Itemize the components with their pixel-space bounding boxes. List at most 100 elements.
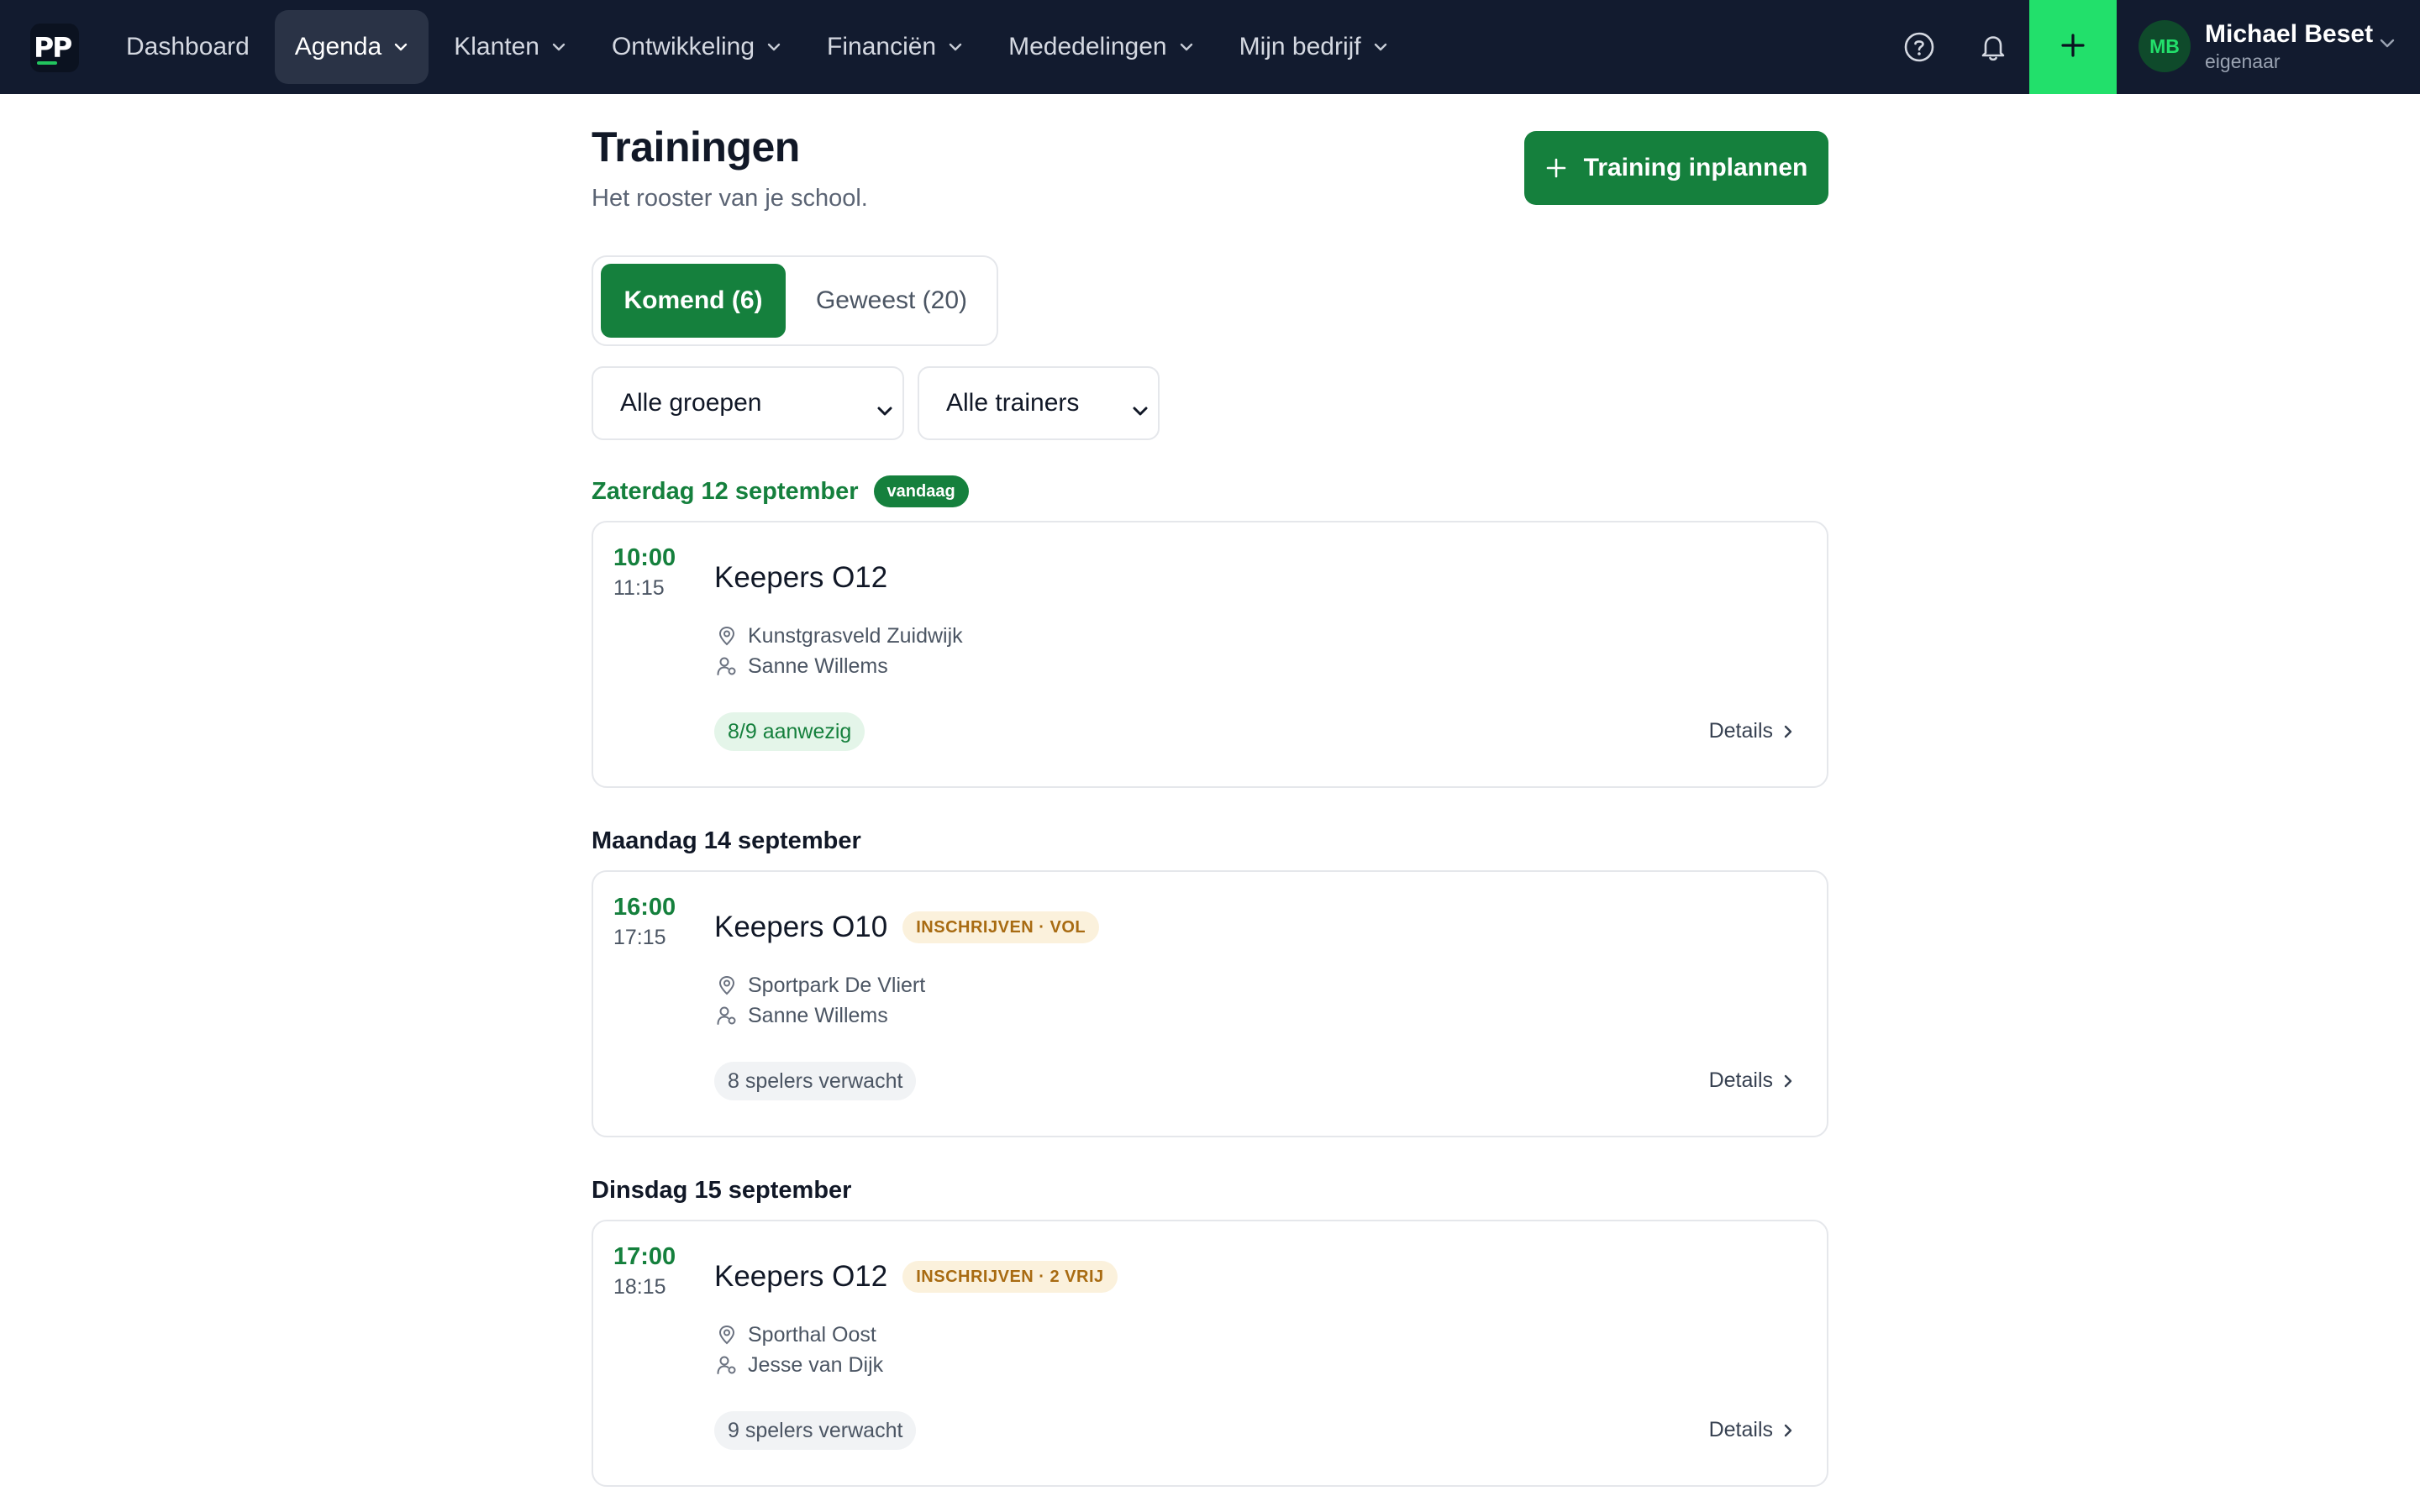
tab-past[interactable]: Geweest (20) <box>795 264 988 338</box>
trainer-icon <box>714 1003 739 1028</box>
location-text: Sportpark De Vliert <box>748 973 926 997</box>
page-subtitle: Het rooster van je school. <box>592 185 868 212</box>
group-filter-select[interactable]: Alle groepen <box>592 366 904 440</box>
chevron-down-icon <box>551 42 566 52</box>
logo-underline <box>37 61 57 65</box>
enrollment-status-badge: INSCHRIJVEN · VOL <box>902 911 1100 943</box>
trainer-filter-value: Alle trainers <box>946 389 1080 417</box>
start-time: 16:00 <box>613 894 676 921</box>
day-header: Zaterdag 12 september vandaag <box>592 474 969 509</box>
nav-item-mijn-bedrijf[interactable]: Mijn bedrijf <box>1219 10 1408 84</box>
nav-item-label: Klanten <box>454 33 539 60</box>
trainer-text: Sanne Willems <box>748 654 888 678</box>
chevron-down-icon <box>1179 42 1194 52</box>
training-trainer: Jesse van Dijk <box>714 1352 883 1378</box>
end-time: 11:15 <box>613 576 665 600</box>
nav-item-label: Mijn bedrijf <box>1239 33 1361 60</box>
avatar[interactable]: MB <box>2139 20 2191 72</box>
training-title: Keepers O10 <box>714 911 888 943</box>
day-header-label: Dinsdag 15 september <box>592 1176 852 1204</box>
today-badge: vandaag <box>873 475 969 507</box>
nav-item-financien[interactable]: Financiën <box>807 10 983 84</box>
main-nav: Dashboard Agenda Klanten Ontwikkeling Fi… <box>106 10 1413 84</box>
location-text: Kunstgrasveld Zuidwijk <box>748 623 963 648</box>
details-link[interactable]: Details <box>1709 1418 1793 1442</box>
schedule-training-button[interactable]: Training inplannen <box>1524 131 1828 205</box>
nav-item-label: Agenda <box>294 33 382 60</box>
nav-item-agenda[interactable]: Agenda <box>274 10 429 84</box>
start-time: 10:00 <box>613 544 676 571</box>
chevron-right-icon <box>1783 1423 1793 1438</box>
details-link[interactable]: Details <box>1709 719 1793 743</box>
page-title: Trainingen <box>592 123 800 171</box>
tab-upcoming[interactable]: Komend (6) <box>601 264 786 338</box>
training-location: Sporthal Oost <box>714 1322 876 1347</box>
nav-item-ontwikkeling[interactable]: Ontwikkeling <box>592 10 802 84</box>
trainer-filter-select[interactable]: Alle trainers <box>918 366 1160 440</box>
user-name[interactable]: Michael Beset <box>2205 20 2373 49</box>
location-pin-icon <box>714 623 739 648</box>
chevron-down-icon <box>393 42 408 52</box>
details-label: Details <box>1708 1068 1773 1092</box>
schedule-training-label: Training inplannen <box>1583 154 1808 181</box>
nav-item-klanten[interactable]: Klanten <box>434 10 587 84</box>
enrollment-status-badge: INSCHRIJVEN · 2 VRIJ <box>902 1261 1118 1293</box>
nav-item-label: Dashboard <box>126 33 250 60</box>
start-time: 17:00 <box>613 1243 676 1270</box>
training-title: Keepers O12 <box>714 1260 888 1293</box>
training-title-row: Keepers O12 <box>714 561 887 595</box>
end-time: 17:15 <box>613 926 666 949</box>
training-location: Sportpark De Vliert <box>714 973 925 998</box>
chevron-down-icon <box>876 396 894 425</box>
chevron-down-icon[interactable] <box>2378 37 2396 53</box>
expected-players-badge: 8 spelers verwacht <box>714 1062 917 1100</box>
day-header: Dinsdag 15 september <box>592 1173 851 1208</box>
nav-item-mededelingen[interactable]: Mededelingen <box>988 10 1213 84</box>
nav-item-label: Financiën <box>827 33 937 60</box>
help-icon[interactable] <box>1897 25 1941 69</box>
day-header-label: Zaterdag 12 september <box>592 477 859 505</box>
training-title-row: Keepers O12 INSCHRIJVEN · 2 VRIJ <box>714 1260 1118 1294</box>
top-navigation-bar: PP Dashboard Agenda Klanten Ontwikkeling… <box>0 0 2420 94</box>
location-pin-icon <box>714 1322 739 1347</box>
training-title: Keepers O12 <box>714 561 888 594</box>
trainer-text: Jesse van Dijk <box>748 1352 884 1377</box>
day-header-label: Maandag 14 september <box>592 827 861 854</box>
app-logo[interactable]: PP <box>30 24 79 72</box>
group-filter-value: Alle groepen <box>620 389 762 417</box>
day-header: Maandag 14 september <box>592 823 861 858</box>
trainer-text: Sanne Willems <box>748 1003 888 1027</box>
details-label: Details <box>1708 1418 1773 1441</box>
chevron-right-icon <box>1783 1074 1793 1089</box>
details-link[interactable]: Details <box>1709 1068 1793 1093</box>
chevron-right-icon <box>1783 724 1793 739</box>
location-pin-icon <box>714 973 739 998</box>
training-trainer: Sanne Willems <box>714 1003 888 1028</box>
details-label: Details <box>1708 719 1773 743</box>
chevron-down-icon <box>948 42 963 52</box>
quick-add-button[interactable] <box>2029 0 2117 94</box>
trainer-icon <box>714 654 739 679</box>
chevron-down-icon <box>1373 42 1388 52</box>
training-title-row: Keepers O10 INSCHRIJVEN · VOL <box>714 911 1100 944</box>
training-card[interactable]: 17:00 18:15 Keepers O12 INSCHRIJVEN · 2 … <box>592 1220 1828 1487</box>
nav-item-label: Mededelingen <box>1008 33 1167 60</box>
location-text: Sporthal Oost <box>748 1322 876 1347</box>
user-role: eigenaar <box>2205 50 2281 72</box>
chevron-down-icon <box>766 42 781 52</box>
chevron-down-icon <box>1131 396 1150 425</box>
training-trainer: Sanne Willems <box>714 654 888 679</box>
expected-players-badge: 9 spelers verwacht <box>714 1411 917 1450</box>
plus-icon <box>1545 157 1567 179</box>
attendance-badge: 8/9 aanwezig <box>714 712 865 751</box>
training-card[interactable]: 10:00 11:15 Keepers O12 Kunstgrasveld Zu… <box>592 521 1828 788</box>
logo-text: PP <box>34 31 72 64</box>
trainer-icon <box>714 1352 739 1378</box>
tab-group: Komend (6) Geweest (20) <box>592 255 998 346</box>
training-location: Kunstgrasveld Zuidwijk <box>714 623 963 648</box>
training-card[interactable]: 16:00 17:15 Keepers O10 INSCHRIJVEN · VO… <box>592 870 1828 1137</box>
bell-icon[interactable] <box>1971 25 2015 69</box>
nav-item-label: Ontwikkeling <box>611 33 755 60</box>
end-time: 18:15 <box>613 1275 666 1299</box>
nav-item-dashboard[interactable]: Dashboard <box>106 10 270 84</box>
